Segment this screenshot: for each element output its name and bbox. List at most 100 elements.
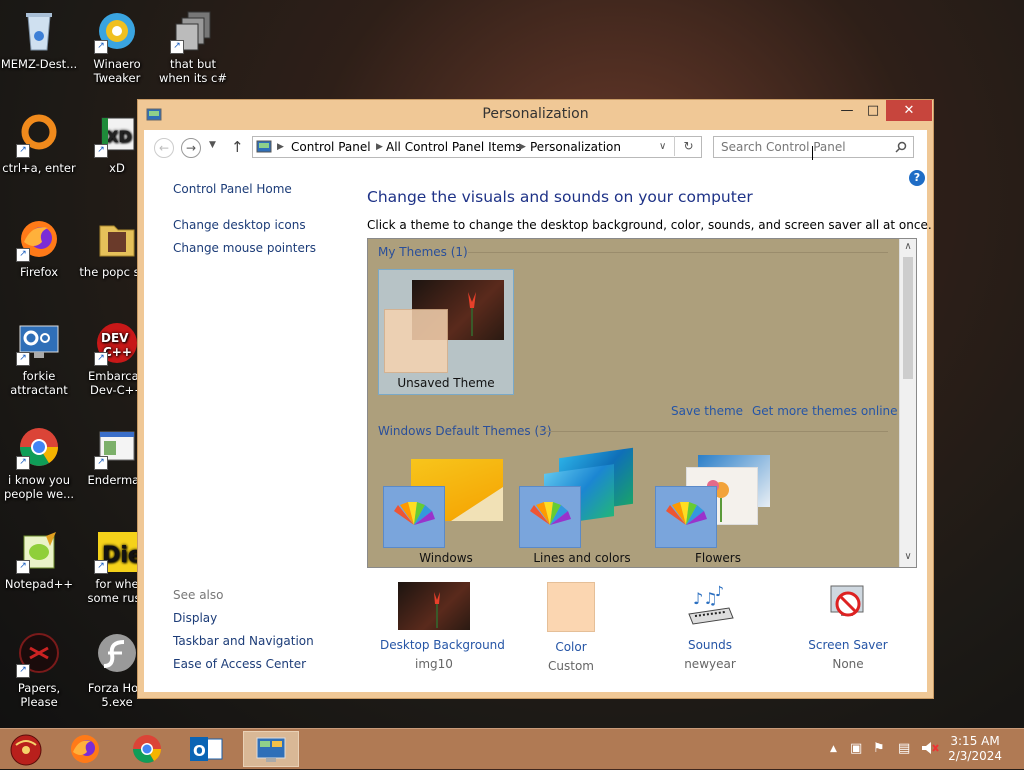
ease-of-access-center-link[interactable]: Ease of Access Center <box>173 657 306 671</box>
shortcut-arrow-icon: ↗ <box>170 40 184 54</box>
desktop-icon-forkie-attractant[interactable]: ↗ forkie attractant <box>0 320 78 397</box>
see-also-heading: See also <box>173 588 224 602</box>
desktop-background-setting[interactable]: Desktop Background img10 <box>380 582 505 671</box>
address-bar[interactable]: ▶ Control Panel ▶ All Control Panel Item… <box>252 136 702 158</box>
minimize-button[interactable]: — <box>834 100 860 121</box>
orange-ring-icon: ↗ <box>16 112 62 158</box>
search-icon[interactable] <box>895 137 907 159</box>
desktop-icon-label: MEMZ-Dest... <box>0 57 78 71</box>
title-bar[interactable]: Personalization — □ ✕ <box>138 100 933 130</box>
window-screenshot-icon: ↗ <box>94 424 140 470</box>
get-more-themes-online-link[interactable]: Get more themes online <box>752 404 898 418</box>
clock-time: 3:15 AM <box>950 734 1000 748</box>
taskbar-and-navigation-link[interactable]: Taskbar and Navigation <box>173 634 314 648</box>
desktop-icon-i-know-you-people[interactable]: ↗ i know you people we... <box>0 424 78 501</box>
maximize-button[interactable]: □ <box>860 100 886 121</box>
network-icon[interactable]: ▤ <box>898 741 910 756</box>
theme-list: My Themes (1) Unsaved Theme Save theme G… <box>367 238 917 568</box>
action-center-flag-icon[interactable]: ⚑ <box>873 741 885 756</box>
text-cursor-icon <box>812 146 819 160</box>
control-panel-small-icon <box>256 139 272 161</box>
desktop-icon-that-but-when-its-csharp[interactable]: ↗ that but when its c# <box>154 8 232 85</box>
svg-text:XD: XD <box>106 127 132 146</box>
window-title: Personalization <box>482 106 589 122</box>
flash-icon <box>94 632 140 678</box>
recent-pages-chevron-icon[interactable]: ▼ <box>209 140 216 150</box>
tray-app-icon[interactable]: ▣ <box>850 741 862 756</box>
desktop-icon-winaero-tweaker[interactable]: ↗ Winaero Tweaker <box>78 8 156 85</box>
change-desktop-icons-link[interactable]: Change desktop icons <box>173 218 306 232</box>
help-question-icon[interactable]: ? <box>909 170 925 186</box>
screen-saver-icon <box>823 582 873 630</box>
die-logo-icon: Die ↗ <box>94 528 143 574</box>
color-palette-icon <box>383 486 445 548</box>
theme-tile-flowers[interactable]: Flowers <box>650 449 786 567</box>
change-mouse-pointers-link[interactable]: Change mouse pointers <box>173 241 316 255</box>
svg-text:♪♫: ♪♫ <box>693 589 718 608</box>
taskbar: O ▲ ▣ ⚑ ▤ 3:15 AM 2/3/2024 <box>0 728 1024 769</box>
hxd-icon: XD ↗ <box>94 112 140 158</box>
volume-muted-icon[interactable] <box>921 741 939 759</box>
desktop-icon-papers-please[interactable]: ↗ Papers, Please <box>0 632 78 709</box>
window-client-area: ← → ▼ ↑ ▶ Control Panel ▶ All Control Pa… <box>144 130 932 692</box>
display-link[interactable]: Display <box>173 611 217 625</box>
screen-saver-setting[interactable]: Screen Saver None <box>808 582 888 671</box>
back-arrow-icon[interactable]: ← <box>154 138 174 158</box>
show-hidden-icons-chevron[interactable]: ▲ <box>830 744 837 754</box>
desktop-icon-label: Winaero Tweaker <box>93 57 141 85</box>
folder-image-icon <box>94 216 140 262</box>
color-setting[interactable]: Color Custom <box>537 582 605 673</box>
clock-date: 2/3/2024 <box>948 749 1002 763</box>
control-panel-taskbar-button[interactable] <box>243 731 299 767</box>
color-label: Color <box>555 640 587 654</box>
taskbar-clock[interactable]: 3:15 AM 2/3/2024 <box>948 734 1002 764</box>
winaero-tweaker-icon: ↗ <box>94 8 140 54</box>
lines-and-colors-theme-label: Lines and colors <box>533 551 631 565</box>
desktop-background-value: img10 <box>415 657 453 671</box>
desktop-icon-label: i know you people we... <box>3 473 75 501</box>
start-orb-icon[interactable] <box>2 731 50 767</box>
up-arrow-icon[interactable]: ↑ <box>231 138 244 156</box>
shortcut-arrow-icon: ↗ <box>94 456 108 470</box>
theme-tile-windows[interactable]: Windows <box>378 449 514 567</box>
desktop-icon-ctrl-a-enter[interactable]: ↗ ctrl+a, enter <box>0 112 78 175</box>
my-themes-group-header: My Themes (1) <box>378 245 468 259</box>
close-button[interactable]: ✕ <box>886 100 932 121</box>
theme-color-swatch <box>384 309 448 373</box>
sounds-setting[interactable]: ♪♫ ♪ Sounds newyear <box>679 582 741 671</box>
refresh-icon[interactable]: ↻ <box>674 136 702 156</box>
firefox-taskbar-icon[interactable] <box>61 731 109 767</box>
screen-saver-value: None <box>832 657 864 671</box>
forward-arrow-icon[interactable]: → <box>181 138 201 158</box>
address-dropdown-chevron-icon[interactable]: ∨ <box>659 137 666 157</box>
desktop-icon-label: forkie attractant <box>10 369 68 397</box>
shortcut-arrow-icon: ↗ <box>94 560 108 574</box>
scroll-up-arrow-icon[interactable]: ∧ <box>900 241 916 252</box>
shortcut-arrow-icon: ↗ <box>16 144 30 158</box>
shortcut-arrow-icon: ↗ <box>16 248 30 262</box>
color-palette-icon <box>519 486 581 548</box>
chrome-taskbar-icon[interactable] <box>123 731 171 767</box>
scroll-down-arrow-icon[interactable]: ∨ <box>900 551 916 562</box>
outlook-taskbar-icon[interactable]: O <box>182 731 230 767</box>
monitor-gear-icon: ↗ <box>16 320 62 366</box>
theme-tile-lines-and-colors[interactable]: Lines and colors <box>514 447 650 567</box>
shortcut-arrow-icon: ↗ <box>16 352 30 366</box>
breadcrumb-personalization[interactable]: Personalization <box>530 137 621 157</box>
control-panel-home-link[interactable]: Control Panel Home <box>173 182 292 196</box>
color-swatch <box>547 582 595 632</box>
breadcrumb-all-control-panel-items[interactable]: All Control Panel Items <box>386 137 522 157</box>
theme-list-scrollbar[interactable]: ∧ ∨ <box>899 239 916 567</box>
shortcut-arrow-icon: ↗ <box>94 40 108 54</box>
breadcrumb-control-panel[interactable]: Control Panel <box>291 137 371 157</box>
scrollbar-thumb[interactable] <box>903 257 913 379</box>
desktop-icon-notepad-plus-plus[interactable]: ↗ Notepad++ <box>0 528 78 591</box>
navigation-bar: ← → ▼ ↑ ▶ Control Panel ▶ All Control Pa… <box>144 130 927 166</box>
notepad-plus-plus-icon: ↗ <box>16 528 62 574</box>
desktop-icon-recycle-bin[interactable]: MEMZ-Dest... <box>0 8 78 71</box>
save-theme-link[interactable]: Save theme <box>671 404 743 418</box>
chrome-icon: ↗ <box>16 424 62 470</box>
theme-tile-unsaved-theme[interactable]: Unsaved Theme <box>378 269 514 395</box>
desktop-icon-firefox[interactable]: ↗ Firefox <box>0 216 78 279</box>
windows-default-themes-group-header: Windows Default Themes (3) <box>378 424 552 438</box>
